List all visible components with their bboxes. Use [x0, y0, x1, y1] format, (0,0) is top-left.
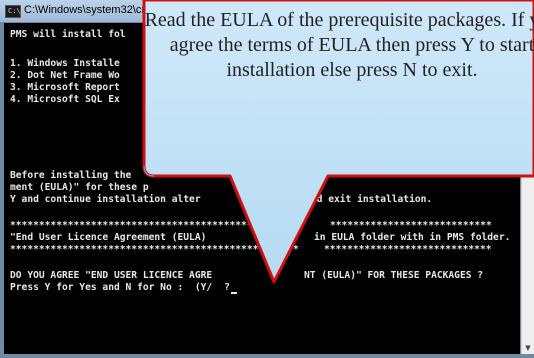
- callout-text: Read the EULA of the prerequisite packag…: [144, 9, 534, 81]
